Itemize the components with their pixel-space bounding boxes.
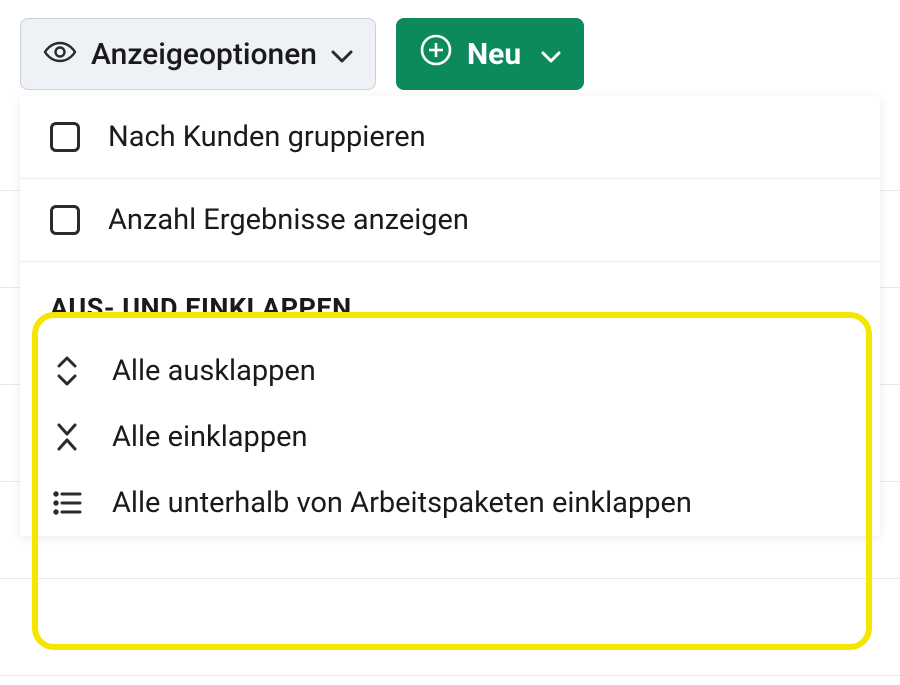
section-header-collapse: AUS- UND EINKLAPPEN <box>20 262 880 338</box>
action-expand-all[interactable]: Alle ausklappen <box>20 338 880 404</box>
list-tree-icon <box>50 489 84 517</box>
plus-circle-icon <box>419 33 453 75</box>
chevron-down-icon <box>331 37 353 72</box>
collapse-all-icon <box>50 422 84 452</box>
menu-item-label: Anzahl Ergebnisse anzeigen <box>108 203 469 237</box>
checkbox-unchecked[interactable] <box>50 122 80 152</box>
toolbar: Anzeigeoptionen Neu <box>0 0 900 90</box>
action-label: Alle unterhalb von Arbeitspaketen einkla… <box>112 486 692 520</box>
expand-all-icon <box>50 355 84 387</box>
eye-icon <box>43 37 77 72</box>
action-collapse-below-workpackages[interactable]: Alle unterhalb von Arbeitspaketen einkla… <box>20 470 880 536</box>
new-button[interactable]: Neu <box>396 18 584 90</box>
menu-item-label: Nach Kunden gruppieren <box>108 120 426 154</box>
action-label: Alle einklappen <box>112 420 308 454</box>
new-label: Neu <box>467 37 521 72</box>
chevron-down-icon <box>541 37 561 72</box>
action-label: Alle ausklappen <box>112 354 316 388</box>
display-options-label: Anzeigeoptionen <box>91 37 317 72</box>
display-options-dropdown: Nach Kunden gruppieren Anzahl Ergebnisse… <box>20 96 880 536</box>
menu-item-show-result-count[interactable]: Anzahl Ergebnisse anzeigen <box>20 179 880 262</box>
display-options-button[interactable]: Anzeigeoptionen <box>20 18 376 90</box>
action-collapse-all[interactable]: Alle einklappen <box>20 404 880 470</box>
menu-item-group-by-customers[interactable]: Nach Kunden gruppieren <box>20 96 880 179</box>
checkbox-unchecked[interactable] <box>50 205 80 235</box>
